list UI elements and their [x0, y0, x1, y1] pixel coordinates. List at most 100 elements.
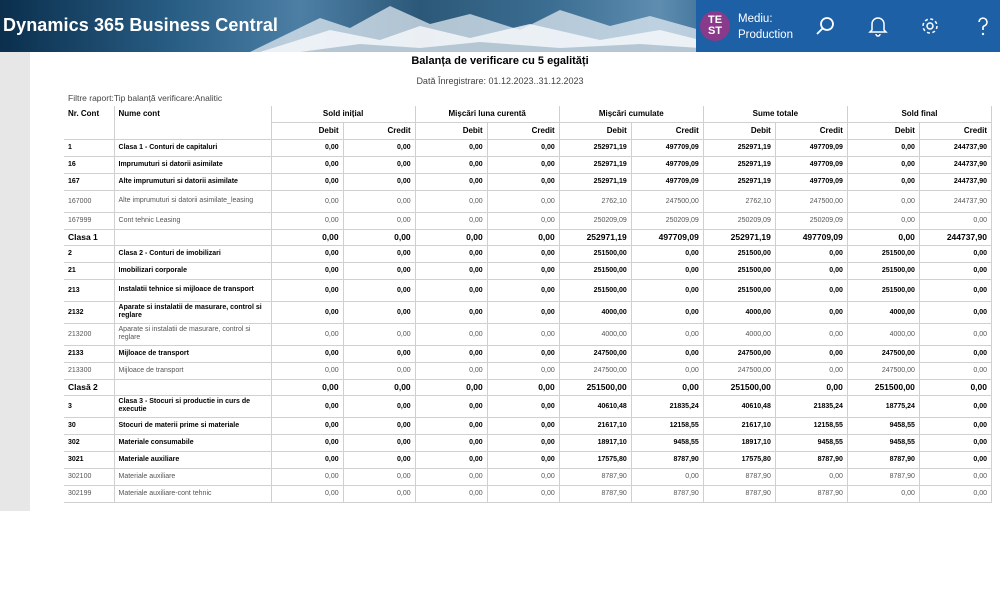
help-icon[interactable] [971, 14, 995, 38]
credit-cell: 0,00 [343, 139, 416, 157]
credit-cell: 0,00 [487, 279, 560, 302]
report-filters: Filtre raport:Tip balanță verificare:Ana… [68, 93, 223, 103]
debit-cell: 8787,90 [703, 468, 776, 486]
debit-cell: 0,00 [415, 362, 488, 380]
debit-cell: 0,00 [271, 379, 344, 396]
debit-cell: 251500,00 [559, 245, 632, 263]
header-credit: Credit [919, 122, 993, 140]
account-name-cell: Alte imprumuturi si datorii asimilate [114, 173, 272, 191]
credit-cell: 244737,90 [919, 229, 993, 246]
debit-cell: 4000,00 [703, 323, 776, 346]
debit-cell: 21617,10 [703, 417, 776, 435]
credit-cell: 9458,55 [631, 434, 704, 452]
table-row: 2133 Mijloace de transport 0,00 0,00 0,00 0,0… [64, 345, 993, 363]
account-name-cell [114, 229, 272, 246]
credit-cell: 0,00 [919, 245, 993, 263]
debit-cell: 40610,48 [559, 395, 632, 418]
credit-cell: 0,00 [775, 379, 848, 396]
debit-cell: 0,00 [847, 485, 920, 503]
account-number-cell: Clasa 1 [64, 229, 115, 246]
debit-cell: 0,00 [847, 139, 920, 157]
credit-cell: 8787,90 [631, 485, 704, 503]
credit-cell: 0,00 [487, 262, 560, 280]
credit-cell: 0,00 [919, 434, 993, 452]
credit-cell: 497709,09 [775, 139, 848, 157]
app-title[interactable]: Dynamics 365 Business Central [3, 15, 278, 36]
credit-cell: 0,00 [487, 229, 560, 246]
header-credit: Credit [631, 122, 704, 140]
header-total-sums: Sume totale [703, 106, 848, 123]
credit-cell: 0,00 [487, 323, 560, 346]
credit-cell: 21835,24 [631, 395, 704, 418]
debit-cell: 0,00 [415, 451, 488, 469]
table-row: 167 Alte imprumuturi si datorii asimilate… [64, 173, 993, 191]
debit-cell: 0,00 [415, 212, 488, 230]
credit-cell: 8787,90 [631, 451, 704, 469]
environment-indicator[interactable]: Mediu: Production [738, 11, 793, 43]
credit-cell: 8787,90 [775, 451, 848, 469]
debit-cell: 8787,90 [847, 468, 920, 486]
debit-cell: 252971,19 [703, 156, 776, 174]
debit-cell: 247500,00 [703, 345, 776, 363]
credit-cell: 0,00 [343, 323, 416, 346]
credit-cell: 0,00 [631, 323, 704, 346]
debit-cell: 250209,09 [703, 212, 776, 230]
credit-cell: 497709,09 [631, 156, 704, 174]
trial-balance-table: Nr. Cont Nume cont Sold inițial Mișcări … [64, 106, 993, 503]
debit-cell: 0,00 [847, 173, 920, 191]
account-name-cell: Mijloace de transport [114, 362, 272, 380]
credit-cell: 0,00 [919, 468, 993, 486]
account-name-cell: Materiale consumabile [114, 434, 272, 452]
credit-cell: 0,00 [775, 362, 848, 380]
table-row: 213200 Aparate si instalatii de masurare,… [64, 323, 993, 346]
header-debit: Debit [847, 122, 920, 140]
debit-cell: 4000,00 [559, 323, 632, 346]
credit-cell: 12158,55 [775, 417, 848, 435]
account-name-cell: Materiale auxiliare [114, 468, 272, 486]
debit-cell: 0,00 [415, 345, 488, 363]
account-number-cell: 167000 [64, 190, 115, 213]
credit-cell: 0,00 [919, 301, 993, 324]
credit-cell: 0,00 [919, 417, 993, 435]
account-number-cell: 2 [64, 245, 115, 263]
credit-cell: 0,00 [919, 345, 993, 363]
debit-cell: 251500,00 [559, 379, 632, 396]
credit-cell: 0,00 [343, 262, 416, 280]
credit-cell: 0,00 [631, 245, 704, 263]
debit-cell: 0,00 [847, 229, 920, 246]
credit-cell: 244737,90 [919, 156, 993, 174]
debit-cell: 4000,00 [847, 301, 920, 324]
credit-cell: 0,00 [919, 485, 993, 503]
table-row: 167999 Cont tehnic Leasing 0,00 0,00 0,00 0,0… [64, 212, 993, 230]
credit-cell: 0,00 [775, 301, 848, 324]
credit-cell: 0,00 [343, 229, 416, 246]
debit-cell: 0,00 [271, 173, 344, 191]
table-row: 213 Instalatii tehnice si mijloace de tra… [64, 279, 993, 302]
debit-cell: 0,00 [271, 245, 344, 263]
user-avatar[interactable]: TE ST [700, 11, 730, 41]
credit-cell: 0,00 [343, 190, 416, 213]
header-debit: Debit [559, 122, 632, 140]
credit-cell: 0,00 [631, 279, 704, 302]
credit-cell: 0,00 [343, 173, 416, 191]
debit-cell: 247500,00 [703, 362, 776, 380]
debit-cell: 4000,00 [703, 301, 776, 324]
debit-cell: 17575,80 [559, 451, 632, 469]
bell-icon[interactable] [866, 14, 890, 38]
debit-cell: 0,00 [415, 417, 488, 435]
credit-cell: 0,00 [343, 485, 416, 503]
credit-cell: 244737,90 [919, 139, 993, 157]
debit-cell: 251500,00 [559, 262, 632, 280]
header-debit: Debit [271, 122, 344, 140]
credit-cell: 0,00 [775, 468, 848, 486]
debit-cell: 0,00 [415, 301, 488, 324]
debit-cell: 247500,00 [559, 362, 632, 380]
gear-icon[interactable] [918, 14, 942, 38]
account-number-cell: 302100 [64, 468, 115, 486]
table-row: 302100 Materiale auxiliare 0,00 0,00 0,00 0,0… [64, 468, 993, 486]
debit-cell: 251500,00 [703, 245, 776, 263]
credit-cell: 0,00 [487, 468, 560, 486]
account-name-cell: Aparate si instalatii de masurare, contr… [114, 301, 272, 324]
debit-cell: 0,00 [415, 485, 488, 503]
search-icon[interactable] [814, 14, 838, 38]
